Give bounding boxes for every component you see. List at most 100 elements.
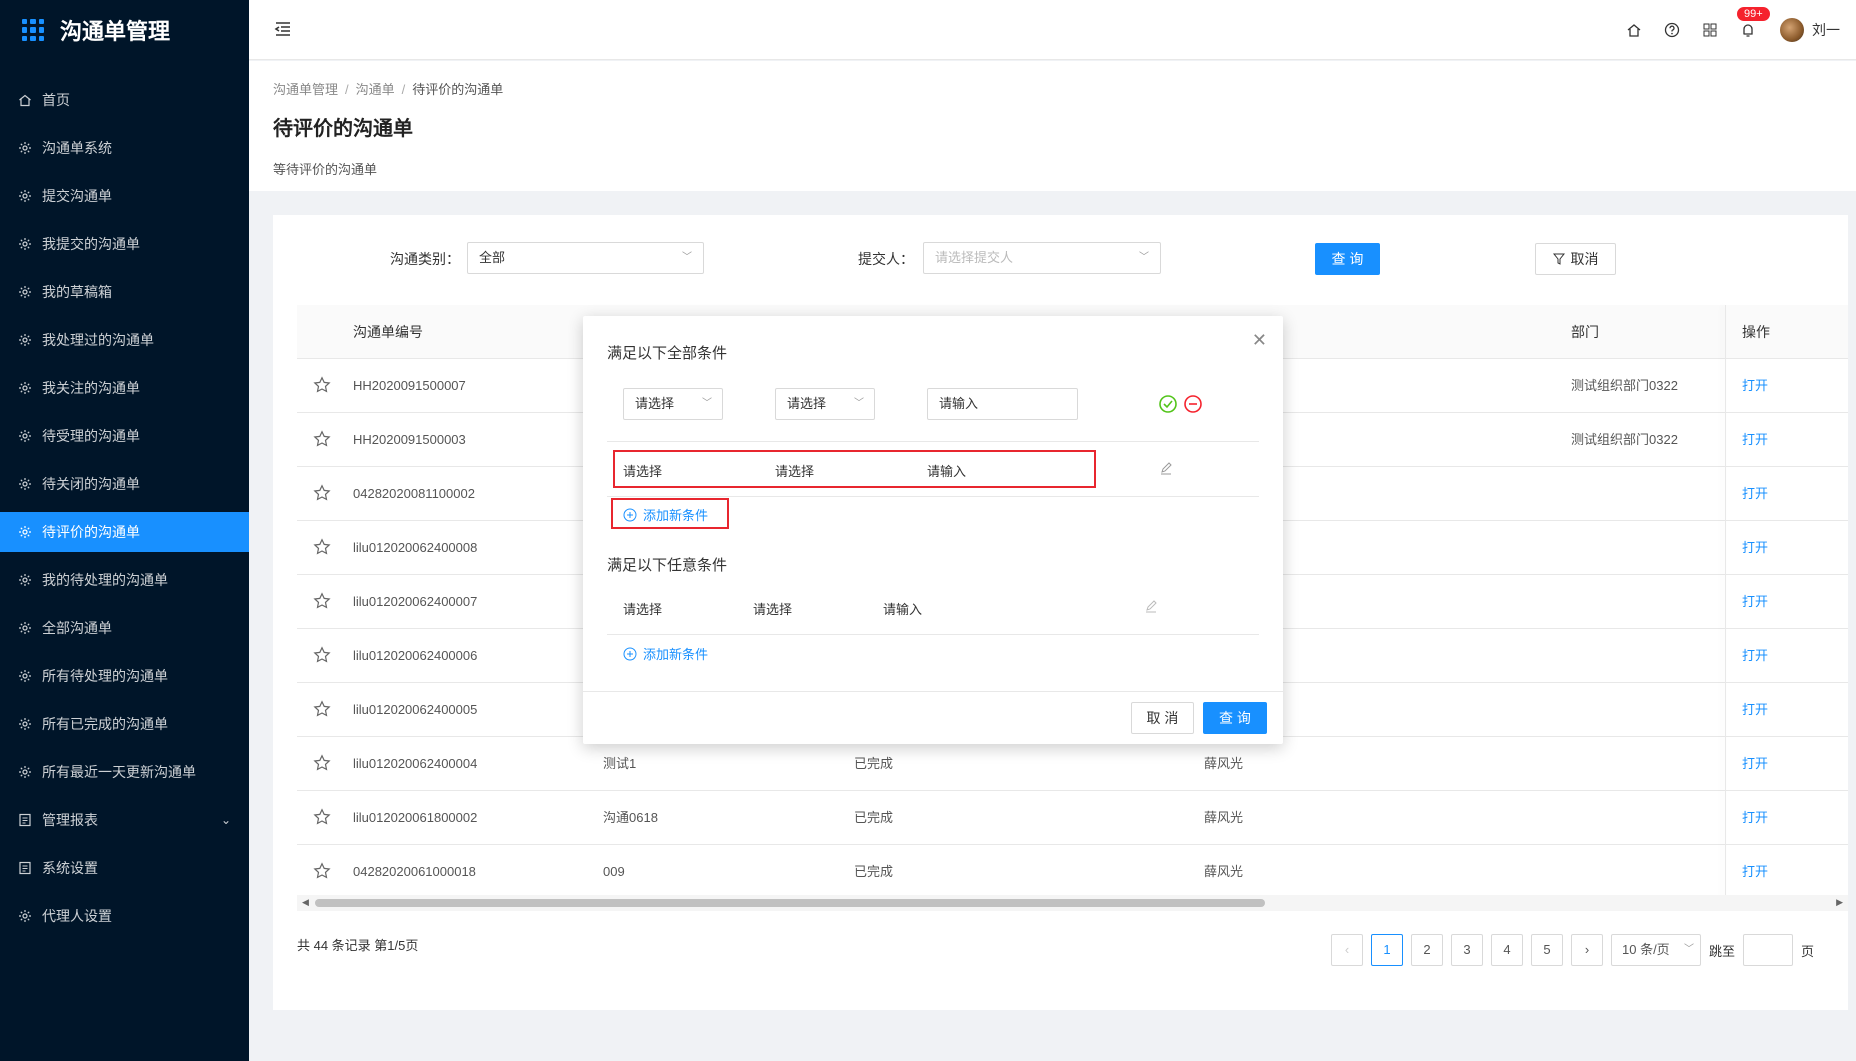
menu-fold-icon[interactable] xyxy=(273,19,293,39)
open-link[interactable]: 打开 xyxy=(1742,629,1768,683)
open-link[interactable]: 打开 xyxy=(1742,467,1768,521)
page-number-button[interactable]: 4 xyxy=(1491,934,1523,966)
star-icon[interactable] xyxy=(313,754,331,772)
sidebar-item[interactable]: 所有最近一天更新沟通单 xyxy=(0,752,249,792)
username[interactable]: 刘一 xyxy=(1812,20,1840,40)
gear-icon xyxy=(18,141,32,155)
sidebar-item[interactable]: 提交沟通单 xyxy=(0,176,249,216)
star-icon[interactable] xyxy=(313,430,331,448)
submitter-select[interactable]: 请选择提交人 ﹀ xyxy=(923,242,1161,274)
sidebar-item[interactable]: 所有已完成的沟通单 xyxy=(0,704,249,744)
page-number-button[interactable]: 5 xyxy=(1531,934,1563,966)
home-icon xyxy=(18,93,32,107)
sidebar-item-label: 所有待处理的沟通单 xyxy=(42,668,168,684)
sidebar-item[interactable]: 代理人设置 xyxy=(0,896,249,936)
home-icon[interactable] xyxy=(1626,22,1642,38)
sidebar-item-label: 待受理的沟通单 xyxy=(42,428,140,444)
edit-icon[interactable] xyxy=(1159,462,1173,476)
next-page-button[interactable]: › xyxy=(1571,934,1603,966)
gear-icon xyxy=(18,669,32,683)
open-link[interactable]: 打开 xyxy=(1742,737,1768,791)
field-select[interactable]: 请选择 ﹀ xyxy=(623,388,723,420)
sidebar-item[interactable]: 首页 xyxy=(0,80,249,120)
condition-operator[interactable]: 请选择 xyxy=(775,461,814,480)
modal-query-button[interactable]: 查 询 xyxy=(1203,702,1267,734)
scroll-left-icon[interactable]: ◀ xyxy=(302,897,309,908)
open-link[interactable]: 打开 xyxy=(1742,521,1768,575)
star-icon[interactable] xyxy=(313,538,331,556)
sidebar-item[interactable]: 待受理的沟通单 xyxy=(0,416,249,456)
condition-field[interactable]: 请选择 xyxy=(623,461,662,480)
highlighted-condition-row[interactable] xyxy=(613,450,1096,488)
condition-field[interactable]: 请选择 xyxy=(623,599,662,618)
breadcrumb-item[interactable]: 沟通单管理 xyxy=(273,82,338,97)
modal-cancel-button[interactable]: 取 消 xyxy=(1131,702,1194,734)
operator-select[interactable]: 请选择 ﹀ xyxy=(775,388,875,420)
open-link[interactable]: 打开 xyxy=(1742,359,1768,413)
value-input[interactable]: 请输入 xyxy=(927,388,1078,420)
remove-icon[interactable] xyxy=(1183,394,1203,414)
cell-id: lilu012020062400004 xyxy=(353,756,478,771)
table-row: 04282020061000018 009 已完成 薛风光 打开 xyxy=(297,845,1848,899)
sidebar-item[interactable]: 全部沟通单 xyxy=(0,608,249,648)
breadcrumb-item[interactable]: 沟通单 xyxy=(356,82,395,97)
star-icon[interactable] xyxy=(313,592,331,610)
table-row: lilu012020062400004 测试1 已完成 薛风光 打开 xyxy=(297,737,1848,791)
open-link[interactable]: 打开 xyxy=(1742,575,1768,629)
gear-icon xyxy=(18,717,32,731)
open-link[interactable]: 打开 xyxy=(1742,845,1768,899)
category-select[interactable]: 全部 ﹀ xyxy=(467,242,704,274)
sidebar-item[interactable]: 系统设置 xyxy=(0,848,249,888)
open-link[interactable]: 打开 xyxy=(1742,413,1768,467)
scroll-thumb[interactable] xyxy=(315,899,1265,907)
scroll-right-icon[interactable]: ▶ xyxy=(1836,897,1843,908)
column-header-dept: 部门 xyxy=(1571,324,1599,340)
prev-page-button[interactable]: ‹ xyxy=(1331,934,1363,966)
star-icon[interactable] xyxy=(313,376,331,394)
jump-page-input[interactable] xyxy=(1743,934,1794,966)
horizontal-scrollbar[interactable]: ◀ ▶ xyxy=(297,895,1848,911)
add-condition-link[interactable]: 添加新条件 xyxy=(623,505,708,524)
star-icon[interactable] xyxy=(313,484,331,502)
sidebar-item[interactable]: 管理报表 ⌄ xyxy=(0,800,249,840)
filter-cancel-button[interactable]: 取消 xyxy=(1535,243,1616,275)
page-number-button[interactable]: 2 xyxy=(1411,934,1443,966)
condition-operator[interactable]: 请选择 xyxy=(753,599,792,618)
sidebar-item[interactable]: 我的草稿箱 xyxy=(0,272,249,312)
page-suffix: 页 xyxy=(1801,943,1815,959)
star-icon[interactable] xyxy=(313,808,331,826)
page-number-button[interactable]: 1 xyxy=(1371,934,1403,966)
avatar[interactable] xyxy=(1780,18,1804,42)
page-number-button[interactable]: 3 xyxy=(1451,934,1483,966)
confirm-icon[interactable] xyxy=(1158,394,1178,414)
sidebar-item[interactable]: 我关注的沟通单 xyxy=(0,368,249,408)
edit-icon[interactable] xyxy=(1144,600,1158,614)
open-link[interactable]: 打开 xyxy=(1742,683,1768,737)
apps-icon[interactable] xyxy=(1702,22,1718,38)
sidebar-item[interactable]: 我的待处理的沟通单 xyxy=(0,560,249,600)
sidebar-item-label: 我的草稿箱 xyxy=(42,284,112,300)
cell-person: 薛风光 xyxy=(1204,864,1244,879)
chevron-down-icon: ﹀ xyxy=(702,398,712,409)
star-icon[interactable] xyxy=(313,646,331,664)
cell-title: 测试1 xyxy=(603,756,637,771)
close-icon[interactable]: ✕ xyxy=(1252,330,1267,351)
query-button[interactable]: 查 询 xyxy=(1315,243,1380,275)
bell-icon[interactable]: 99+ xyxy=(1736,6,1771,38)
page-size-select[interactable]: 10 条/页 ﹀ xyxy=(1611,934,1701,966)
star-icon[interactable] xyxy=(313,700,331,718)
star-icon[interactable] xyxy=(313,862,331,880)
sidebar-item[interactable]: 我提交的沟通单 xyxy=(0,224,249,264)
sidebar-item[interactable]: 所有待处理的沟通单 xyxy=(0,656,249,696)
cell-id: HH2020091500007 xyxy=(353,378,466,393)
condition-value[interactable]: 请输入 xyxy=(927,461,966,480)
sidebar-item[interactable]: 沟通单系统 xyxy=(0,128,249,168)
add-condition-link[interactable]: 添加新条件 xyxy=(623,644,708,663)
sidebar-item[interactable]: 待评价的沟通单 xyxy=(0,512,249,552)
help-icon[interactable] xyxy=(1664,22,1680,38)
sidebar-item[interactable]: 我处理过的沟通单 xyxy=(0,320,249,360)
sidebar-item-label: 首页 xyxy=(42,92,70,108)
sidebar-item[interactable]: 待关闭的沟通单 xyxy=(0,464,249,504)
condition-value[interactable]: 请输入 xyxy=(883,599,922,618)
open-link[interactable]: 打开 xyxy=(1742,791,1768,845)
